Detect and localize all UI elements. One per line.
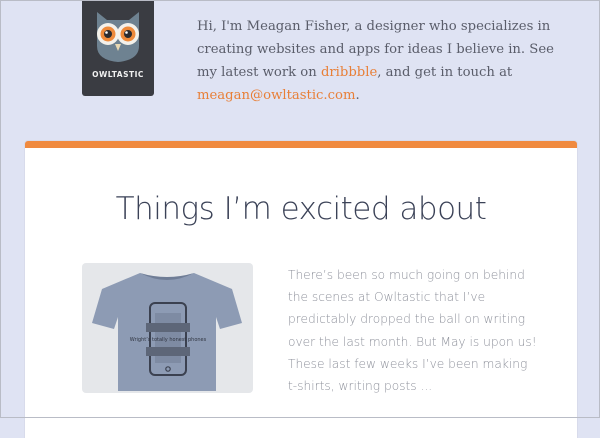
intro-part2: , and get in touch at [377,65,513,80]
logo-wordmark: OWLTASTIC [92,70,144,79]
post-card: Things I’m excited about Wright’s totall… [25,141,577,438]
intro-text: Hi, I'm Meagan Fisher, a designer who sp… [197,15,557,107]
dribbble-link[interactable]: dribbble [321,65,377,80]
post-title[interactable]: Things I’m excited about [25,191,577,227]
owltastic-logo[interactable]: OWLTASTIC [82,0,154,96]
email-link[interactable]: meagan@owltastic.com [197,88,355,103]
post-thumbnail[interactable]: Wright’s totally honest phones [82,263,253,393]
post-excerpt: There’s been so much going on behind the… [288,268,537,394]
tshirt-illustration: Wright’s totally honest phones [92,273,242,391]
owl-icon [97,12,139,62]
tshirt-print-text: Wright’s totally honest phones [130,337,207,343]
intro-part3: . [355,88,360,103]
